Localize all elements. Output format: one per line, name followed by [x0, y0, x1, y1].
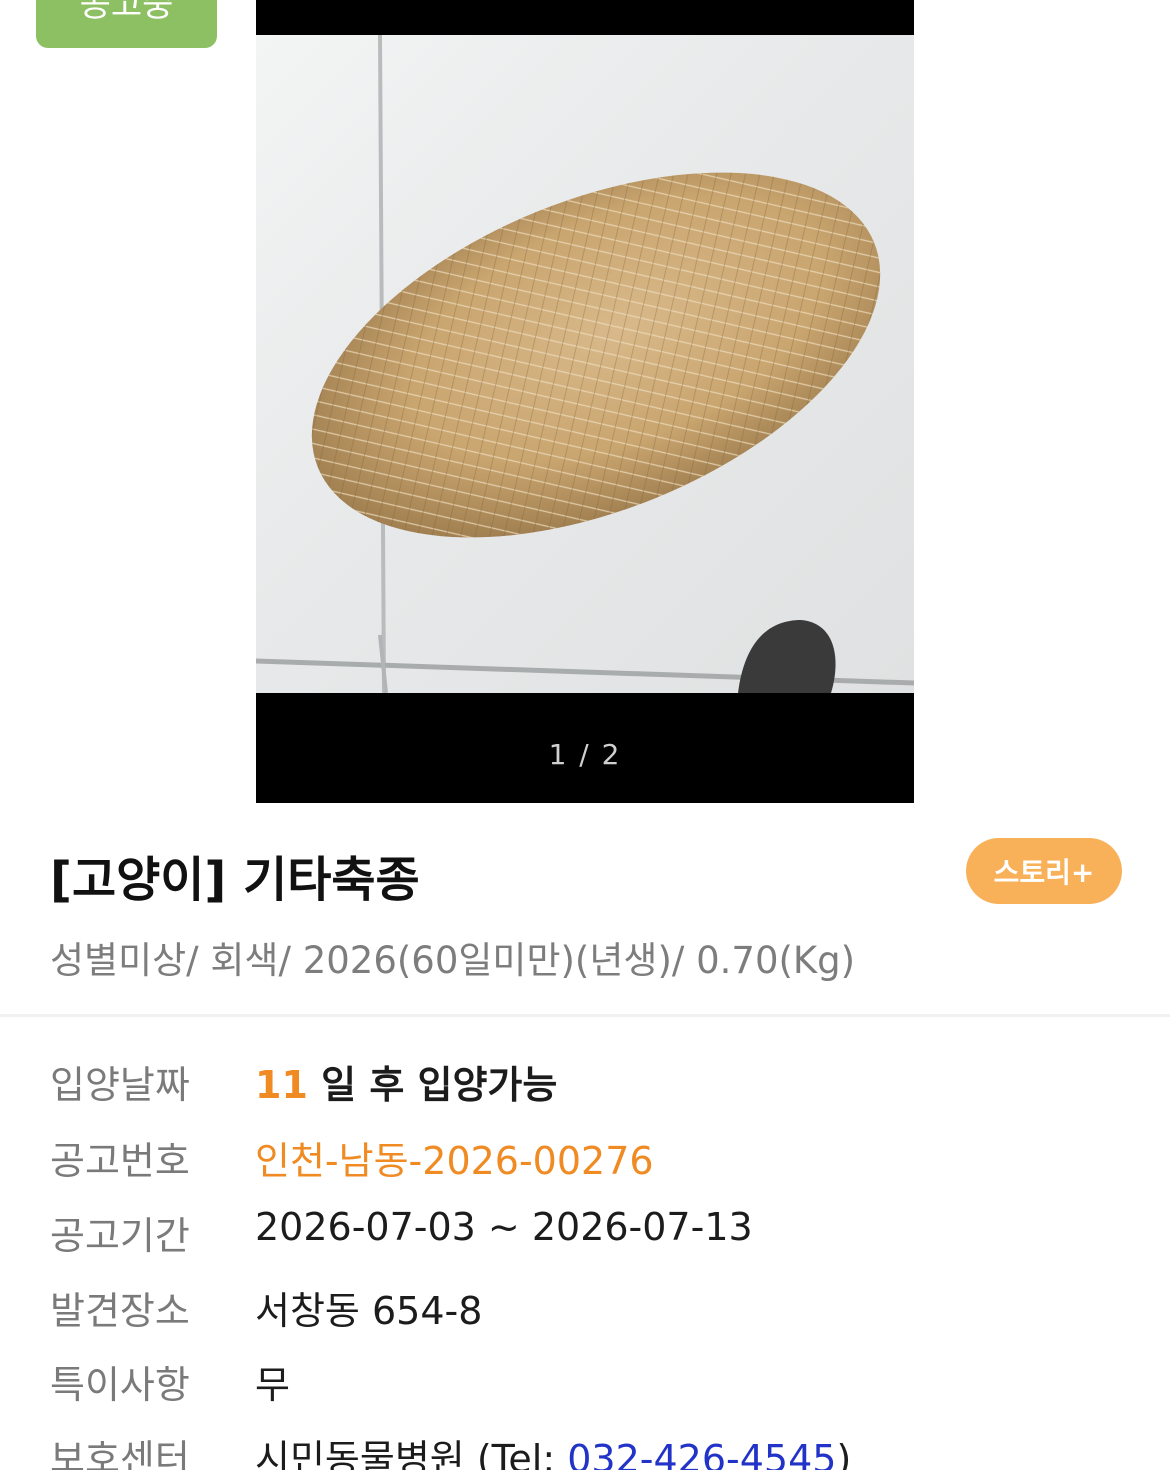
photo-counter: 1 / 2 [548, 738, 622, 771]
info-row-shelter: 보호센터 시민동물병원 (Tel: 032-426-4545) [50, 1428, 1150, 1470]
story-button[interactable]: 스토리+ [966, 838, 1122, 904]
info-row-special-notes: 특이사항 무 [50, 1354, 1150, 1414]
shelter-phone-link[interactable]: 032-426-4545 [567, 1437, 836, 1470]
animal-title: [고양이] 기타축종 [50, 852, 420, 908]
notice-period-value: 2026-07-03 ~ 2026-07-13 [255, 1205, 753, 1249]
special-notes-label: 특이사항 [50, 1363, 190, 1407]
status-badge: 공고중 [36, 0, 217, 48]
hedgehog-body [311, 172, 881, 538]
special-notes-value: 무 [255, 1363, 290, 1407]
notice-period-label: 공고기간 [50, 1214, 190, 1258]
adoption-days: 11 [255, 1063, 308, 1107]
divider [0, 1014, 1170, 1017]
info-row-adoption-date: 입양날짜 11 일 후 입양가능 [50, 1054, 1150, 1114]
shelter-close-paren: ) [836, 1437, 852, 1470]
info-row-notice-period: 공고기간 2026-07-03 ~ 2026-07-13 [50, 1205, 1150, 1265]
info-row-found-place: 발견장소 서창동 654-8 [50, 1280, 1150, 1340]
animal-photo[interactable] [256, 35, 914, 693]
shelter-name: 시민동물병원 (Tel: [255, 1437, 568, 1470]
photo-viewer[interactable]: 1 / 2 [256, 0, 914, 803]
adoption-date-label: 입양날짜 [50, 1063, 190, 1107]
notice-number-value: 인천-남동-2026-00276 [255, 1139, 654, 1183]
notice-number-label: 공고번호 [50, 1139, 190, 1183]
hedgehog-photo-illustration [256, 35, 914, 693]
shelter-label: 보호센터 [50, 1437, 190, 1470]
adoption-date-value: 11 일 후 입양가능 [255, 1054, 557, 1109]
found-place-value: 서창동 654-8 [255, 1289, 483, 1333]
shelter-value: 시민동물병원 (Tel: 032-426-4545) [255, 1428, 851, 1470]
animal-summary: 성별미상/ 회색/ 2026(60일미만)(년생)/ 0.70(Kg) [50, 939, 856, 982]
found-place-label: 발견장소 [50, 1289, 190, 1333]
adoption-suffix: 일 후 입양가능 [321, 1063, 558, 1107]
dark-object [738, 620, 836, 693]
info-row-notice-number: 공고번호 인천-남동-2026-00276 [50, 1130, 1150, 1190]
